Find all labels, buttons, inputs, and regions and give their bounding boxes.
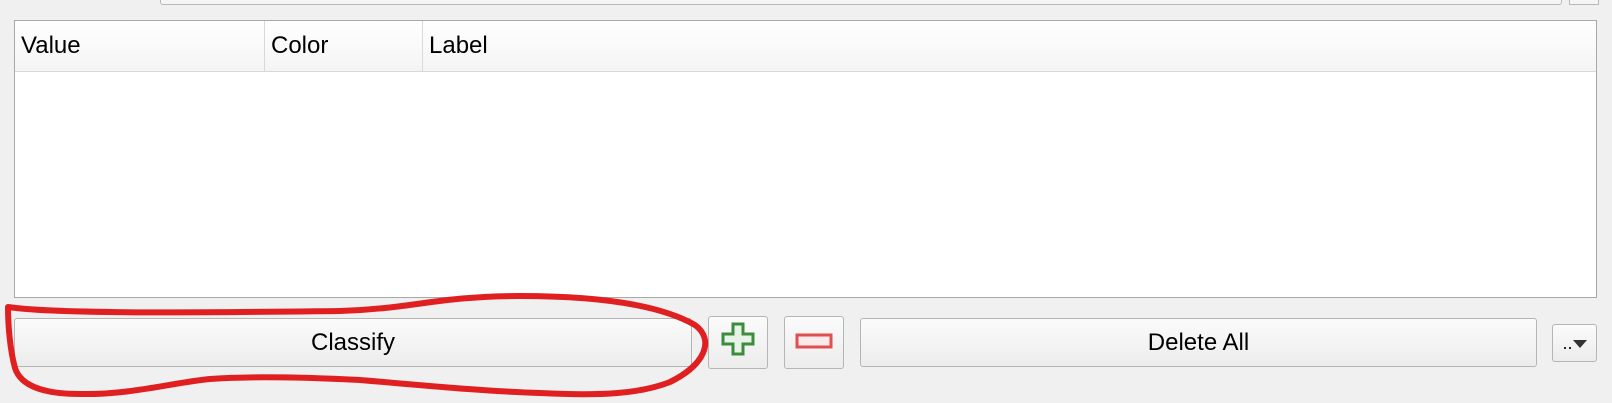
table-body[interactable]	[15, 72, 1596, 298]
triangle-down-icon	[1572, 333, 1587, 354]
top-field-button[interactable]	[1569, 0, 1599, 5]
column-header-value[interactable]: Value	[15, 21, 265, 71]
plus-icon	[721, 322, 755, 363]
column-header-color[interactable]: Color	[265, 21, 423, 71]
classification-table[interactable]: Value Color Label	[14, 20, 1597, 298]
classify-button-label: Classify	[310, 328, 395, 356]
minus-icon	[795, 329, 833, 357]
remove-class-button[interactable]	[784, 316, 844, 369]
table-header: Value Color Label	[15, 21, 1596, 72]
more-options-button[interactable]: ..	[1552, 324, 1597, 362]
add-class-button[interactable]	[708, 316, 768, 369]
top-input-field[interactable]	[160, 0, 1562, 5]
more-options-label: ..	[1562, 332, 1573, 353]
classify-button[interactable]: Classify	[14, 318, 692, 367]
delete-all-button-label: Delete All	[1147, 328, 1250, 356]
column-header-label[interactable]: Label	[423, 21, 1596, 71]
delete-all-button[interactable]: Delete All	[860, 318, 1537, 367]
